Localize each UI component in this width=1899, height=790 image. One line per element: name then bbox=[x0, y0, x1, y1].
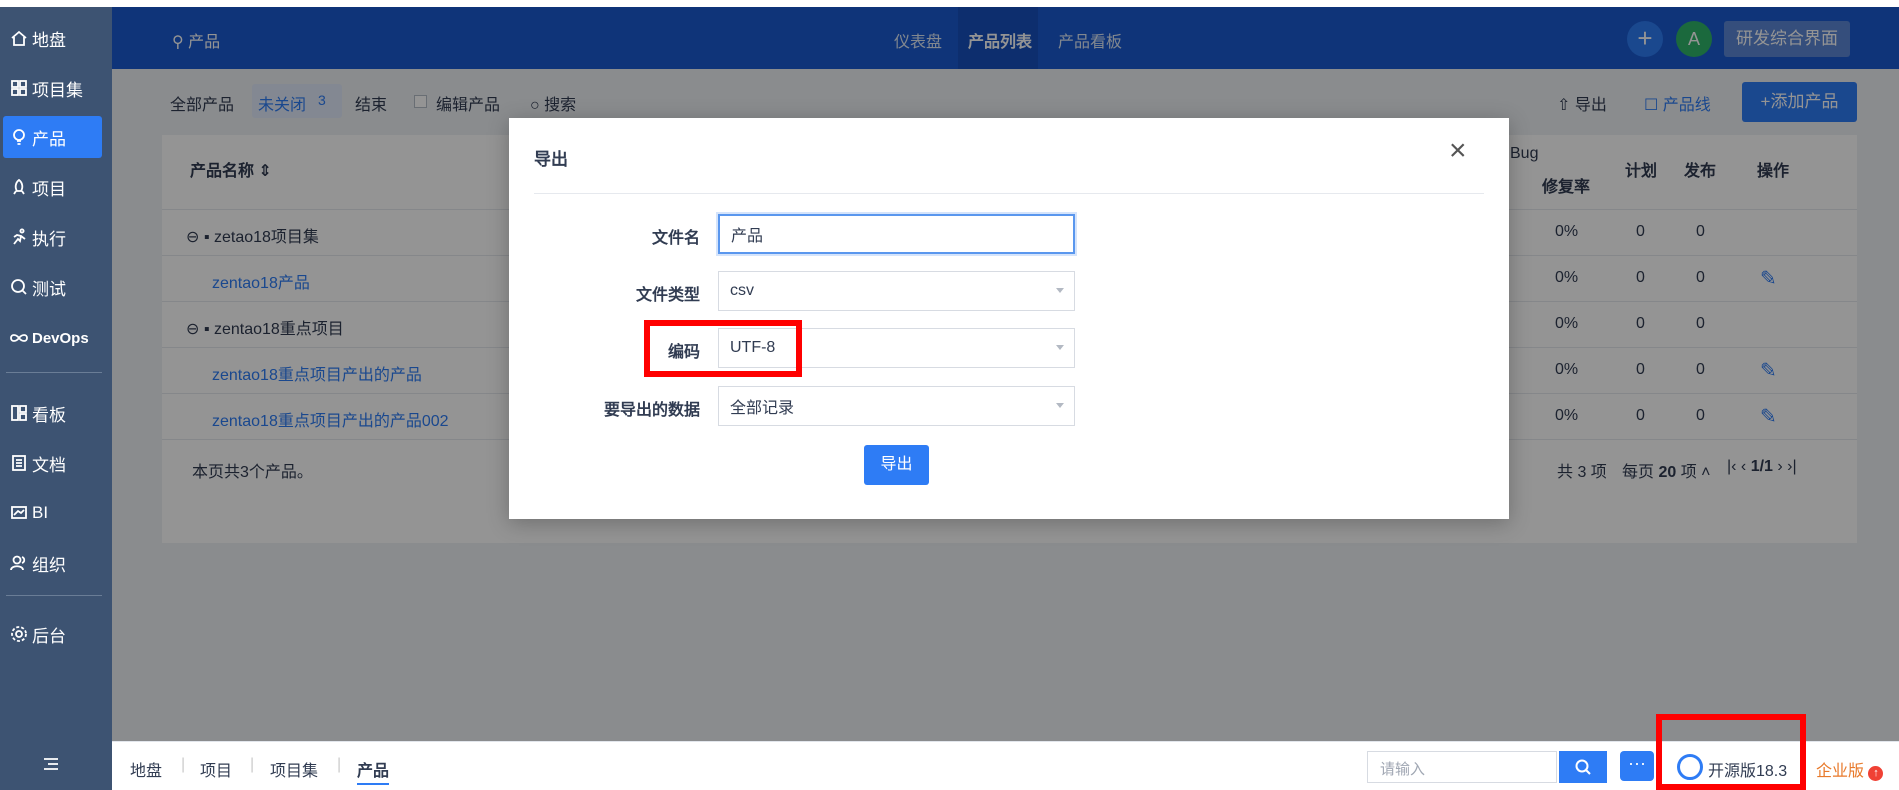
infinity-icon bbox=[10, 334, 28, 342]
sidebar-item-org[interactable]: 组织 bbox=[3, 542, 102, 584]
lightbulb-icon bbox=[13, 129, 25, 145]
sidebar-item-doc[interactable]: 文档 bbox=[3, 442, 102, 484]
home-icon bbox=[11, 30, 27, 46]
export-data-select[interactable]: 全部记录 bbox=[718, 386, 1075, 426]
filetype-select[interactable]: csv bbox=[718, 271, 1075, 311]
sidebar-item-admin[interactable]: 后台 bbox=[3, 613, 102, 655]
highlight-box-version bbox=[1656, 714, 1806, 790]
footer-crumb-product[interactable]: 产品 bbox=[357, 757, 390, 785]
filetype-value: csv bbox=[730, 282, 754, 299]
sidebar-item-label: 测试 bbox=[32, 279, 66, 299]
footer-crumb-program[interactable]: 项目集 bbox=[270, 757, 318, 781]
chart-icon bbox=[11, 506, 27, 519]
export-data-label: 要导出的数据 bbox=[603, 402, 700, 419]
sidebar-item-label: 后台 bbox=[32, 626, 66, 646]
dialog-divider bbox=[534, 193, 1484, 194]
sidebar-item-home[interactable]: 地盘 bbox=[3, 17, 102, 59]
sidebar-item-product[interactable]: 产品 bbox=[3, 116, 102, 158]
top-strip bbox=[0, 0, 1899, 7]
sidebar-divider bbox=[6, 595, 102, 596]
footer-sep: | bbox=[337, 756, 342, 773]
sidebar-item-label: 项目集 bbox=[32, 80, 83, 100]
chevron-down-icon bbox=[1056, 403, 1064, 408]
enterprise-link[interactable]: 企业版 ↑ bbox=[1816, 757, 1884, 781]
footer-crumb-home[interactable]: 地盘 bbox=[130, 757, 162, 781]
footer-sep: | bbox=[250, 756, 255, 773]
search-icon bbox=[11, 279, 27, 295]
sidebar-item-execution[interactable]: 执行 bbox=[3, 216, 102, 258]
sidebar-item-label: 项目 bbox=[32, 179, 66, 199]
sidebar-item-label: DevOps bbox=[32, 329, 89, 347]
export-submit-button[interactable]: 导出 bbox=[864, 445, 929, 485]
sidebar-item-test[interactable]: 测试 bbox=[3, 266, 102, 308]
doc-icon bbox=[12, 455, 26, 471]
rocket-icon bbox=[13, 178, 25, 195]
sidebar-item-program[interactable]: 项目集 bbox=[3, 67, 102, 109]
chevron-down-icon bbox=[1056, 345, 1064, 350]
sidebar-item-label: 看板 bbox=[32, 405, 66, 425]
sidebar-item-kanban[interactable]: 看板 bbox=[3, 392, 102, 434]
footer-search-input[interactable]: 请输入 bbox=[1367, 751, 1557, 783]
sidebar: 地盘 项目集 产品 项目 执行 测试 DevOps 看板 文档 BI 组织 后台 bbox=[0, 7, 112, 790]
sidebar-item-label: 产品 bbox=[32, 129, 66, 149]
footer-crumb-project[interactable]: 项目 bbox=[200, 757, 232, 781]
highlight-box-encoding bbox=[644, 320, 802, 377]
filename-field[interactable]: 产品 bbox=[718, 214, 1075, 254]
dialog-title: 导出 bbox=[534, 150, 568, 169]
enterprise-label: 企业版 bbox=[1816, 763, 1865, 780]
upgrade-icon: ↑ bbox=[1868, 766, 1884, 781]
chevron-down-icon bbox=[1056, 288, 1064, 293]
menu-icon[interactable] bbox=[42, 755, 60, 778]
grid-icon bbox=[11, 80, 27, 96]
people-icon bbox=[10, 555, 26, 571]
sidebar-item-label: 执行 bbox=[32, 229, 66, 249]
sidebar-item-label: 文档 bbox=[32, 455, 66, 475]
filetype-label: 文件类型 bbox=[635, 287, 700, 304]
kanban-icon bbox=[11, 405, 27, 421]
export-data-value: 全部记录 bbox=[730, 400, 795, 417]
sidebar-item-label: 组织 bbox=[32, 555, 66, 575]
sidebar-item-bi[interactable]: BI bbox=[3, 492, 102, 534]
export-dialog: 导出 × 文件名 产品 文件类型 csv 编码 UTF-8 要导出的数据 全部记… bbox=[509, 118, 1509, 519]
sidebar-divider bbox=[6, 372, 102, 373]
filename-label: 文件名 bbox=[651, 230, 700, 247]
run-icon bbox=[13, 228, 26, 245]
sidebar-item-devops[interactable]: DevOps bbox=[3, 317, 102, 359]
search-icon[interactable] bbox=[1559, 751, 1607, 783]
gear-icon bbox=[11, 626, 27, 642]
close-icon[interactable]: × bbox=[1449, 134, 1467, 168]
sidebar-item-project[interactable]: 项目 bbox=[3, 166, 102, 208]
sidebar-item-label: BI bbox=[32, 503, 49, 522]
footer-sep: | bbox=[181, 756, 186, 773]
sidebar-item-label: 地盘 bbox=[32, 30, 66, 50]
footer-bar: 地盘 | 项目 | 项目集 | 产品 请输入 ··· 开源版18.3 企业版 ↑ bbox=[112, 741, 1899, 790]
chat-icon[interactable]: ··· bbox=[1620, 751, 1654, 781]
